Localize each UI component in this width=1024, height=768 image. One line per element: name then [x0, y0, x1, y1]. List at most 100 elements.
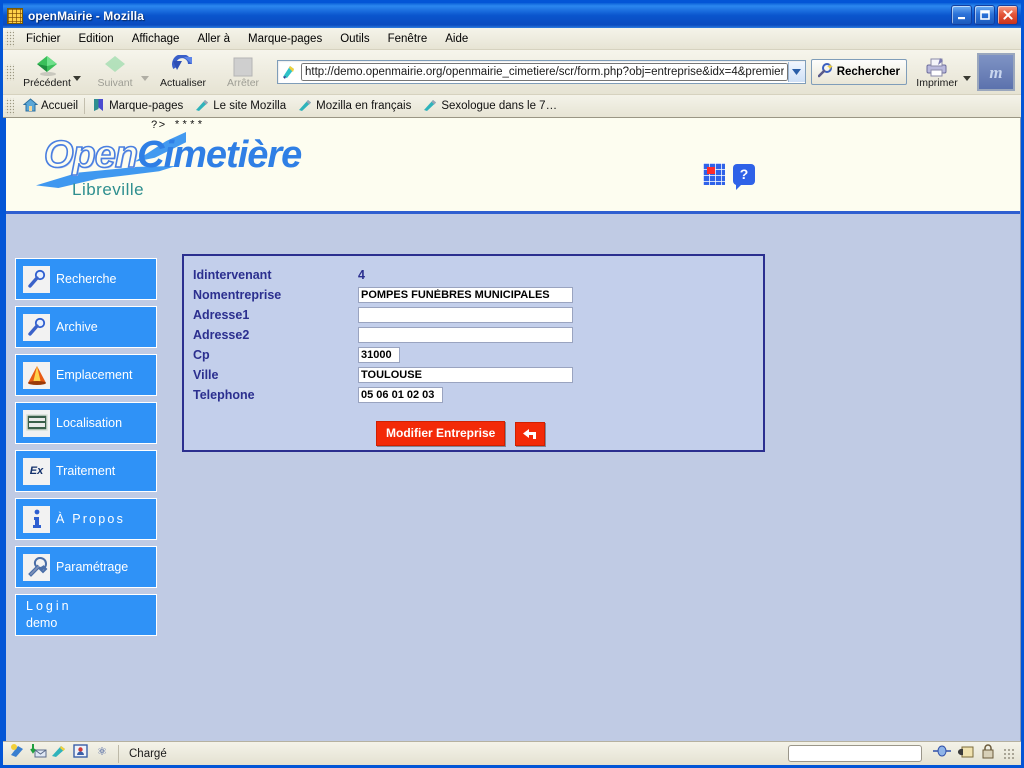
sidebar-item-traitement[interactable]: Ex Traitement — [15, 450, 157, 492]
bookmarks-toolbar: Accueil Marque-pages Le site Mozilla — [3, 95, 1021, 118]
sidebar-item-archive[interactable]: Archive — [15, 306, 157, 348]
form-row-adresse1: Adresse1 — [184, 305, 763, 325]
menubar-gripper[interactable] — [5, 30, 14, 47]
bookmark-icon — [195, 98, 210, 115]
menu-marque-pages[interactable]: Marque-pages — [239, 31, 331, 47]
cp-input[interactable] — [358, 347, 400, 363]
nomentreprise-input[interactable] — [358, 287, 573, 303]
minimize-button[interactable] — [951, 5, 972, 25]
resize-grip[interactable] — [1003, 748, 1015, 760]
reload-icon — [171, 55, 195, 77]
logo-subtitle: Libreville — [72, 180, 144, 200]
back-button[interactable]: Précédent — [17, 51, 77, 93]
bookmarks-icon — [91, 98, 106, 115]
sidebar-menu: Recherche Archive — [15, 258, 157, 642]
bookmark-accueil[interactable]: Accueil — [17, 98, 84, 115]
menu-aller-a[interactable]: Aller à — [188, 31, 239, 47]
site-logo[interactable]: OpenCimetière — [44, 136, 301, 174]
back-arrow-icon — [521, 427, 539, 441]
print-dropdown-icon[interactable] — [963, 76, 971, 81]
url-dropdown-button[interactable] — [788, 62, 805, 82]
plan-grid-icon[interactable] — [703, 163, 725, 185]
toolbar-gripper[interactable] — [5, 64, 14, 81]
menu-affichage[interactable]: Affichage — [123, 31, 189, 47]
telephone-input[interactable] — [358, 387, 443, 403]
mozilla-logo-button[interactable]: m — [977, 53, 1015, 91]
php-artifact-text: ?> **** — [151, 120, 204, 132]
navigation-toolbar: Précédent Suivant Actualiser — [3, 50, 1021, 95]
form-row-telephone: Telephone — [184, 385, 763, 405]
print-label: Imprimer — [916, 77, 957, 89]
ex-icon: Ex — [23, 458, 50, 485]
stop-icon — [233, 55, 253, 77]
security-lock-icon[interactable] — [980, 744, 996, 764]
page-icon — [281, 64, 297, 80]
mail-icon[interactable] — [30, 743, 47, 764]
window-title: openMairie - Mozilla — [28, 9, 144, 23]
page-viewport: ?> **** OpenCimetière Libreville ? — [3, 118, 1021, 741]
form-row-nomentreprise: Nomentreprise — [184, 285, 763, 305]
label-adresse2: Adresse2 — [193, 328, 358, 342]
sidebar-item-parametrage[interactable]: Paramétrage — [15, 546, 157, 588]
label-ville: Ville — [193, 368, 358, 382]
bookmark-marque-pages[interactable]: Marque-pages — [85, 98, 189, 115]
print-button[interactable]: Imprimer — [907, 51, 967, 93]
ville-input[interactable] — [358, 367, 573, 383]
help-icon[interactable]: ? — [733, 164, 755, 185]
back-arrow-button[interactable] — [515, 422, 545, 446]
bookmarks-gripper[interactable] — [5, 98, 14, 115]
bookmark-mozilla-en-francais[interactable]: Mozilla en français — [292, 98, 417, 115]
maximize-button[interactable] — [974, 5, 995, 25]
back-label: Précédent — [23, 77, 71, 89]
info-icon — [23, 506, 50, 533]
sidebar-item-localisation[interactable]: Localisation — [15, 402, 157, 444]
login-username: demo — [26, 615, 57, 632]
sidebar-item-label: Traitement — [56, 464, 115, 478]
bookmark-sexologue[interactable]: Sexologue dans le 7… — [417, 98, 563, 115]
sidebar-item-recherche[interactable]: Recherche — [15, 258, 157, 300]
menu-bar: Fichier Edition Affichage Aller à Marque… — [3, 28, 1021, 50]
adresse1-input[interactable] — [358, 307, 573, 323]
bookmark-label: Accueil — [41, 100, 78, 112]
magnifier-icon — [23, 314, 50, 341]
url-bar[interactable] — [277, 60, 806, 84]
composer-icon[interactable] — [51, 743, 68, 764]
print-icon — [924, 55, 950, 77]
menu-fenetre[interactable]: Fenêtre — [379, 31, 437, 47]
menu-outils[interactable]: Outils — [331, 31, 378, 47]
bookmark-label: Marque-pages — [109, 100, 183, 112]
addressbook-icon[interactable] — [72, 743, 89, 764]
bookmark-label: Sexologue dans le 7… — [441, 100, 557, 112]
modifier-entreprise-button[interactable]: Modifier Entreprise — [376, 421, 505, 446]
entreprise-form-panel: Idintervenant 4 Nomentreprise Adresse1 A… — [182, 254, 765, 452]
back-dropdown-icon[interactable] — [73, 76, 81, 81]
sidebar-login-block: Login demo — [15, 594, 157, 636]
sidebar-item-label: Archive — [56, 320, 98, 334]
form-row-idintervenant: Idintervenant 4 — [184, 265, 763, 285]
reload-label: Actualiser — [160, 77, 206, 89]
logo-open-text: Open — [44, 134, 137, 176]
title-bar: openMairie - Mozilla — [3, 3, 1021, 28]
bookmark-le-site-mozilla[interactable]: Le site Mozilla — [189, 98, 292, 115]
url-input[interactable] — [301, 63, 788, 81]
close-button[interactable] — [997, 5, 1018, 25]
reload-button[interactable]: Actualiser — [153, 51, 213, 93]
navigator-icon[interactable] — [9, 743, 26, 764]
statusbar-right-group — [788, 744, 1021, 764]
status-text: Chargé — [119, 748, 788, 760]
irc-icon[interactable]: ⚛ — [93, 743, 112, 764]
window-controls — [951, 5, 1018, 25]
header-icon-group: ? — [703, 163, 755, 185]
sidebar-item-emplacement[interactable]: Emplacement — [15, 354, 157, 396]
cookie-icon[interactable] — [957, 744, 975, 764]
search-button[interactable]: Rechercher — [811, 59, 907, 85]
sidebar-item-a-propos[interactable]: À Propos — [15, 498, 157, 540]
wrench-icon — [23, 554, 50, 581]
menu-edition[interactable]: Edition — [70, 31, 123, 47]
menu-fichier[interactable]: Fichier — [17, 31, 70, 47]
adresse2-input[interactable] — [358, 327, 573, 343]
logo-cimetiere-text: Cimetière — [137, 134, 301, 176]
form-action-bar: Modifier Entreprise — [184, 421, 763, 446]
connection-icon[interactable] — [932, 744, 952, 763]
menu-aide[interactable]: Aide — [436, 31, 477, 47]
